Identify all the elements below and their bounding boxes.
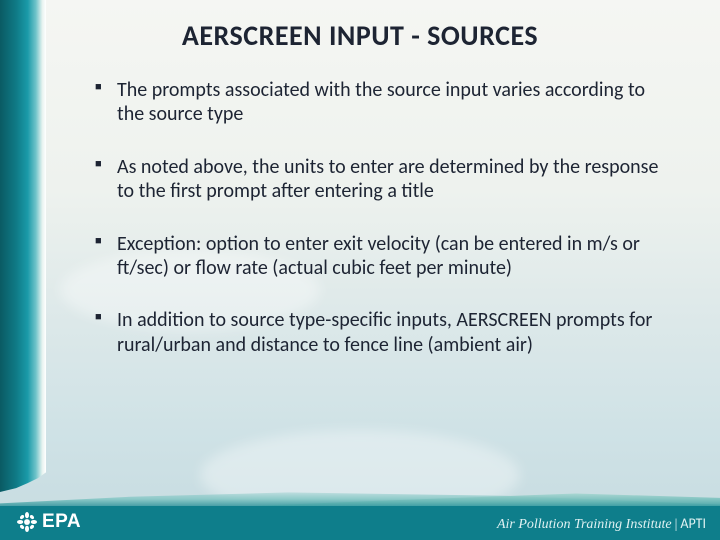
- bullet-item: As noted above, the units to enter are d…: [95, 155, 665, 204]
- slide: AERSCREEN INPUT - SOURCES The prompts as…: [0, 0, 720, 540]
- left-ribbon: [0, 0, 46, 492]
- slide-title: AERSCREEN INPUT - SOURCES: [0, 18, 720, 53]
- org-abbr: APTI: [680, 515, 706, 532]
- bullet-item: In addition to source type-specific inpu…: [95, 308, 665, 357]
- epa-logo: EPA: [16, 510, 81, 534]
- footer-right-text: Air Pollution Training Institute|APTI: [497, 515, 706, 533]
- org-full: Air Pollution Training Institute: [497, 517, 672, 532]
- bullet-item: Exception: option to enter exit velocity…: [95, 232, 665, 281]
- epa-logo-text: EPA: [42, 511, 81, 533]
- bullet-list: The prompts associated with the source i…: [95, 78, 665, 357]
- bullet-item: The prompts associated with the source i…: [95, 78, 665, 127]
- epa-flower-icon: [16, 511, 38, 533]
- pipe-separator: |: [675, 517, 678, 532]
- footer: EPA Air Pollution Training Institute|APT…: [0, 492, 720, 540]
- content-area: The prompts associated with the source i…: [95, 78, 665, 385]
